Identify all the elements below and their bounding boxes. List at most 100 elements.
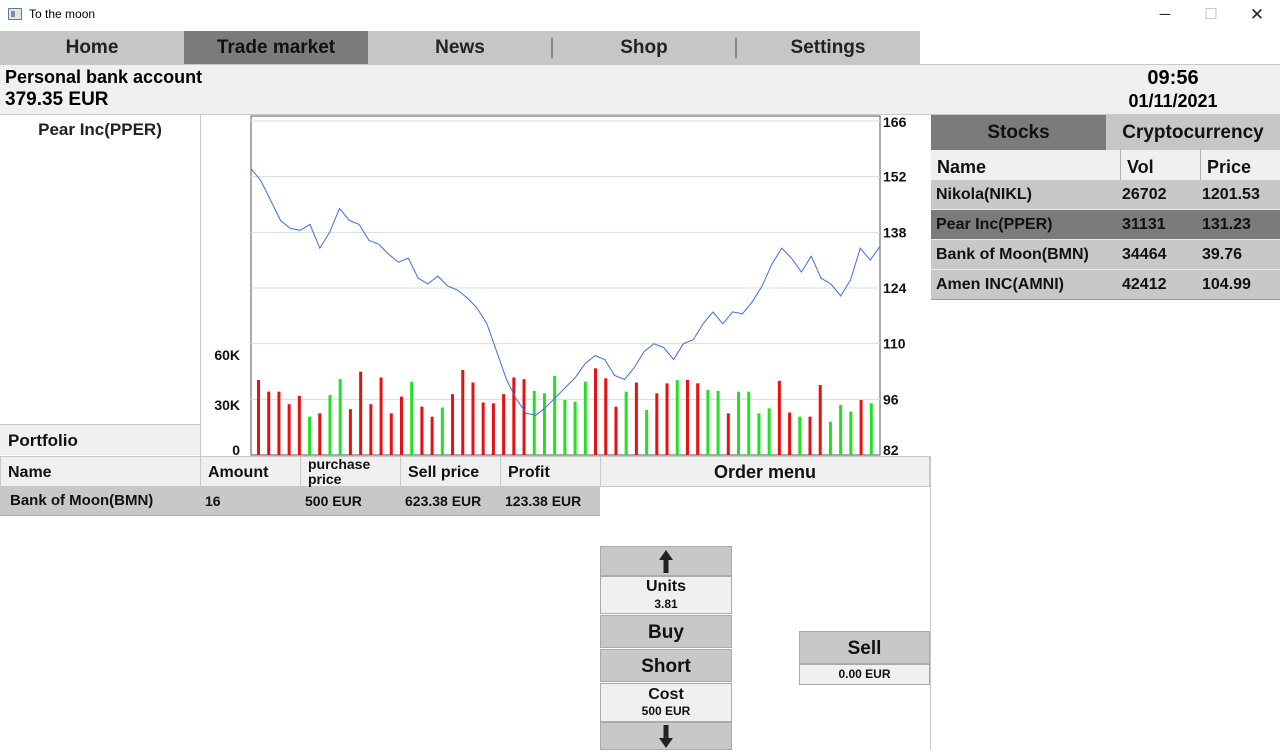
market-cell-vol: 34464: [1122, 246, 1167, 263]
volume-bar: [420, 406, 424, 455]
volume-bar: [594, 368, 598, 455]
volume-bar: [379, 377, 383, 455]
cost-label: Cost: [648, 686, 684, 703]
market-row-nikl[interactable]: Nikola(NIKL) 26702 1201.53: [931, 180, 1280, 210]
volume-bar: [737, 391, 741, 455]
price-tick-label: 82: [883, 442, 899, 456]
volume-bar: [512, 377, 516, 455]
volume-bar: [522, 379, 526, 455]
units-value: 3.81: [654, 597, 678, 611]
units-decrease-button[interactable]: [600, 722, 732, 750]
volume-tick-label: 0: [232, 442, 240, 456]
cost-value: 500 EUR: [641, 704, 691, 718]
cost-display: Cost 500 EUR: [600, 683, 732, 722]
price-tick-label: 96: [883, 391, 899, 407]
sell-value: 0.00 EUR: [799, 664, 930, 685]
volume-bar: [461, 370, 465, 455]
maximize-button[interactable]: ☐: [1188, 0, 1234, 30]
portfolio-cell-purchase-price: 500 EUR: [300, 487, 400, 516]
volume-bar: [869, 403, 873, 455]
volume-tick-label: 60K: [214, 347, 240, 363]
tab-home[interactable]: Home: [0, 31, 184, 64]
volume-bar: [563, 400, 567, 455]
order-menu-border: [930, 456, 931, 750]
arrow-down-icon: [659, 725, 673, 748]
volume-bar: [287, 404, 291, 455]
volume-bar: [471, 382, 475, 455]
minimize-button[interactable]: ─: [1142, 0, 1188, 30]
volume-bar: [318, 413, 322, 455]
portfolio-cell-profit: 123.38 EUR: [500, 487, 600, 516]
volume-bar: [267, 391, 271, 455]
market-cell-price: 1201.53: [1202, 186, 1260, 203]
volume-bar: [297, 395, 301, 455]
volume-bar: [389, 413, 393, 455]
tab-stocks[interactable]: Stocks: [931, 115, 1106, 150]
arrow-up-icon: [659, 550, 673, 573]
app-icon: [8, 8, 22, 20]
market-row-pper[interactable]: Pear Inc(PPER) 31131 131.23: [931, 210, 1280, 240]
account-balance: 379.35 EUR: [5, 89, 109, 110]
volume-bar: [430, 416, 434, 455]
volume-bar: [410, 381, 414, 455]
tab-news[interactable]: News: [368, 31, 552, 64]
volume-bar: [777, 380, 781, 455]
volume-bar: [655, 393, 659, 455]
market-cell-name: Bank of Moon(BMN): [936, 246, 1089, 263]
units-increase-button[interactable]: [600, 546, 732, 576]
window-title: To the moon: [29, 7, 96, 21]
market-cell-name: Pear Inc(PPER): [936, 216, 1053, 233]
price-tick-label: 124: [883, 280, 907, 296]
tab-trade-market[interactable]: Trade market: [184, 31, 368, 64]
chart-svg: 166 152 138 124 110 96 82 60K 30K 0: [214, 114, 907, 458]
market-col-price: Price: [1201, 150, 1280, 180]
account-label: Personal bank account: [5, 67, 203, 87]
tab-shop[interactable]: Shop: [552, 31, 736, 64]
volume-bar: [767, 408, 771, 455]
sell-button[interactable]: Sell: [799, 631, 930, 664]
close-button[interactable]: ✕: [1234, 0, 1280, 30]
portfolio-title: Portfolio: [0, 424, 200, 455]
units-label: Units: [646, 578, 686, 595]
volume-bar: [583, 381, 587, 455]
title-bar: [0, 0, 1280, 30]
volume-bar: [757, 413, 761, 455]
volume-bar: [665, 383, 669, 455]
price-tick-label: 166: [883, 115, 907, 130]
volume-bar: [859, 400, 863, 455]
short-button[interactable]: Short: [600, 649, 732, 682]
market-cell-name: Amen INC(AMNI): [936, 276, 1064, 293]
tab-cryptocurrency[interactable]: Cryptocurrency: [1106, 115, 1280, 150]
clock-date: 01/11/2021: [1128, 91, 1218, 111]
price-chart: 166 152 138 124 110 96 82 60K 30K 0: [200, 114, 930, 458]
volume-bar: [359, 371, 363, 455]
volume-bar: [491, 403, 495, 455]
volume-bar: [747, 391, 751, 455]
volume-tick-label: 30K: [214, 397, 240, 413]
volume-bar: [257, 380, 260, 455]
volume-bar: [634, 382, 638, 455]
volume-bar: [675, 380, 679, 455]
market-col-vol: Vol: [1121, 150, 1201, 180]
table-row[interactable]: Bank of Moon(BMN) 16 500 EUR 623.38 EUR …: [0, 487, 600, 516]
volume-bar: [839, 405, 843, 455]
market-cell-vol: 31131: [1122, 216, 1166, 233]
buy-button[interactable]: Buy: [600, 615, 732, 648]
nav-divider: [735, 38, 737, 58]
volume-bar: [706, 390, 710, 455]
market-row-amni[interactable]: Amen INC(AMNI) 42412 104.99: [931, 270, 1280, 300]
volume-bar: [440, 407, 444, 455]
volume-bar: [624, 391, 628, 455]
volume-bar: [277, 391, 281, 455]
volume-bar: [614, 406, 618, 455]
volume-bar: [645, 410, 649, 455]
volume-bar: [573, 401, 577, 455]
market-cell-price: 39.76: [1202, 246, 1243, 263]
tab-settings[interactable]: Settings: [736, 31, 920, 64]
market-cell-vol: 26702: [1122, 186, 1167, 203]
market-row-bmn[interactable]: Bank of Moon(BMN) 34464 39.76: [931, 240, 1280, 270]
order-menu-title: Order menu: [600, 456, 930, 487]
volume-bar: [726, 413, 730, 455]
volume-bar: [399, 396, 403, 455]
portfolio-col-profit: Profit: [500, 456, 601, 487]
